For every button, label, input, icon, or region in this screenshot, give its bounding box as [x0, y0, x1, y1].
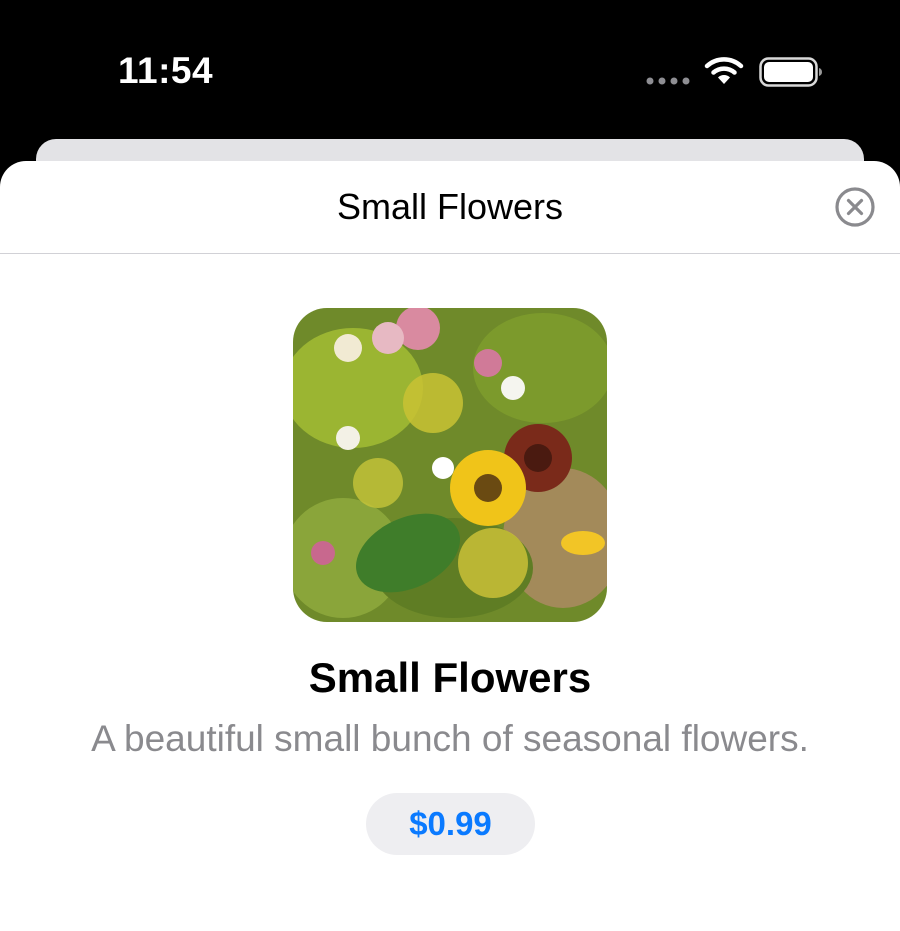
status-bar: 11:54	[0, 0, 900, 140]
product-description: A beautiful small bunch of seasonal flow…	[91, 718, 809, 759]
product-image	[293, 308, 607, 622]
sheet-header: Small Flowers	[0, 161, 900, 254]
price-button[interactable]: $0.99	[366, 793, 535, 855]
sheet-title: Small Flowers	[336, 186, 564, 227]
product-name: Small Flowers	[308, 654, 592, 701]
close-icon[interactable]	[834, 186, 876, 228]
product-sheet: Small Flowers Small Flowers A beautiful …	[0, 161, 900, 931]
wifi-icon	[704, 57, 744, 84]
status-time: 11:54	[118, 50, 214, 91]
signal-dots-icon	[646, 77, 690, 85]
battery-icon	[759, 57, 822, 87]
